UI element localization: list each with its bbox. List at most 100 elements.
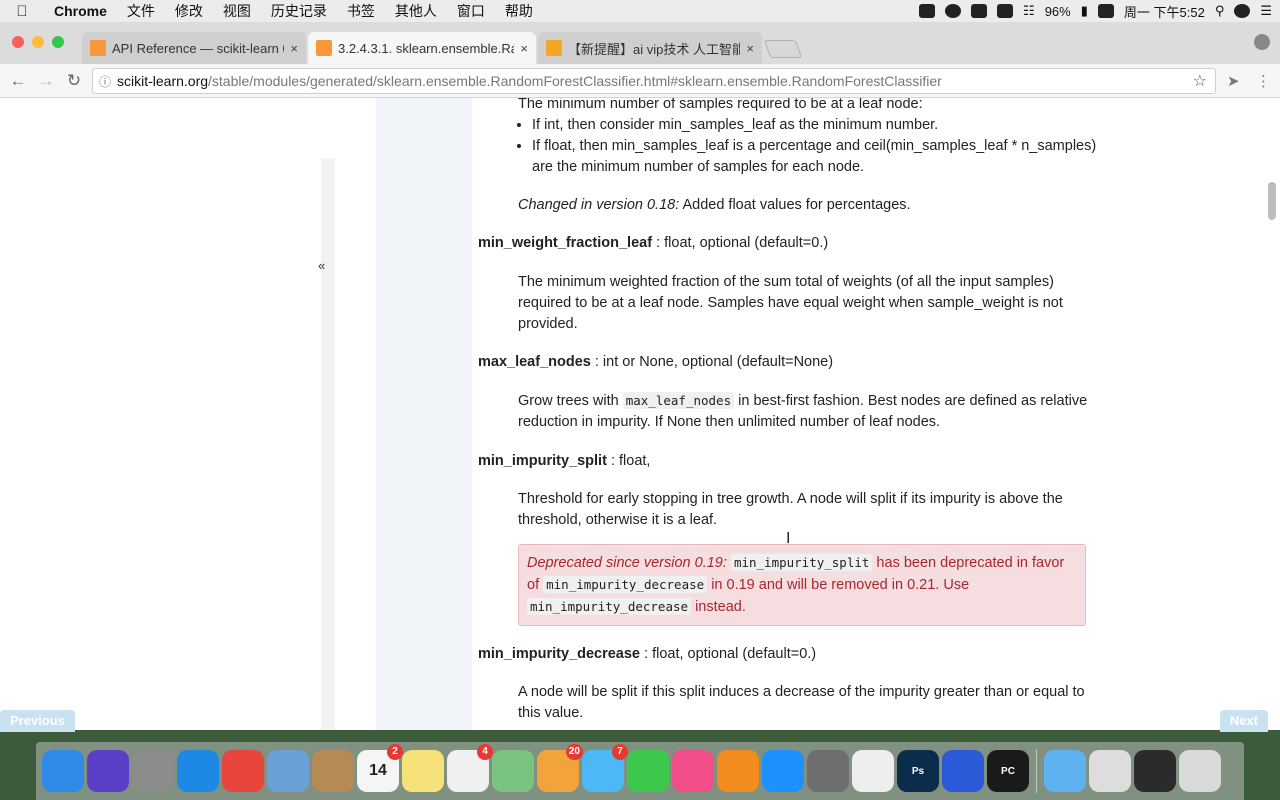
user-avatar-icon[interactable] (1234, 4, 1251, 18)
wifi-icon[interactable]: ☷ (1023, 3, 1035, 19)
dock-system-preferences-icon[interactable] (807, 750, 849, 792)
dock-app-store-icon[interactable] (762, 750, 804, 792)
leaf-bullet-list: If int, then consider min_samples_leaf a… (478, 115, 1098, 178)
notification-center-icon[interactable]: ☰ (1260, 3, 1272, 19)
menu-view[interactable]: 视图 (213, 1, 261, 21)
window-minimize-button[interactable] (32, 36, 44, 48)
new-tab-button[interactable] (763, 40, 803, 58)
dock-badge: 4 (477, 744, 493, 760)
screen-record-icon[interactable] (919, 4, 936, 18)
tab-close-icon[interactable]: × (520, 41, 528, 56)
dock-folder-icon[interactable] (1044, 750, 1086, 792)
forward-arrow-icon[interactable]: → (34, 69, 58, 93)
chrome-menu-icon[interactable]: ⋮ (1256, 72, 1271, 90)
input-method-icon[interactable] (997, 4, 1014, 18)
menu-help[interactable]: 帮助 (495, 1, 543, 21)
sidebar-collapse-button[interactable]: « (318, 258, 325, 273)
notice-text: in 0.19 and will be removed in 0.21. Use (707, 577, 970, 593)
dock-notes-icon[interactable] (402, 750, 444, 792)
chrome-toolbar: ← → ↻ ⓘ scikit-learn.org /stable/modules… (0, 64, 1280, 98)
apple-icon[interactable]:  (0, 3, 44, 20)
web-page: « The minimum number of samples required… (0, 98, 1280, 730)
dock-chrome-icon[interactable] (222, 750, 264, 792)
menu-file[interactable]: 文件 (117, 1, 165, 21)
menu-window[interactable]: 窗口 (447, 1, 495, 21)
dock-itunes-icon[interactable] (672, 750, 714, 792)
param-description: Threshold for early stopping in tree gro… (518, 491, 1063, 528)
inline-code: min_impurity_split (730, 554, 873, 571)
scikit-favicon-icon (90, 40, 106, 56)
address-bar[interactable]: ⓘ scikit-learn.org /stable/modules/gener… (92, 68, 1216, 94)
window-zoom-button[interactable] (52, 36, 64, 48)
param-name: min_weight_fraction_leaf (478, 235, 653, 251)
battery-percent[interactable]: 96% (1045, 4, 1071, 19)
deprecation-notice: Deprecated since version 0.19: min_impur… (518, 544, 1086, 626)
app-tray-icon[interactable] (1097, 4, 1114, 18)
content-left-column (376, 98, 472, 730)
dock-ibooks-icon[interactable] (717, 750, 759, 792)
dock-icon-label: PC (1001, 765, 1015, 777)
battery-icon[interactable]: ▮ (1081, 3, 1088, 19)
bookmark-star-icon[interactable]: ☆ (1193, 71, 1215, 91)
dock-photos-icon[interactable]: 20 (537, 744, 583, 792)
menu-app-name[interactable]: Chrome (44, 3, 117, 19)
url-path: /stable/modules/generated/sklearn.ensemb… (208, 73, 942, 89)
dock-textedit-icon[interactable] (852, 750, 894, 792)
reload-icon[interactable]: ↻ (62, 69, 86, 93)
leaf-intro: The minimum number of samples required t… (518, 98, 923, 112)
dock-separator (1036, 749, 1037, 793)
scikit-favicon-icon (316, 40, 332, 56)
dock-trash-icon[interactable] (1179, 750, 1221, 792)
tab-close-icon[interactable]: × (746, 41, 754, 56)
menu-history[interactable]: 历史记录 (261, 1, 337, 21)
param-type: : float, optional (default=0.) (652, 235, 829, 251)
dock-contacts-icon[interactable] (312, 750, 354, 792)
macos-dock: 14 2 4 20 7 Ps PC (36, 742, 1244, 800)
window-close-button[interactable] (12, 36, 24, 48)
dock-siri-icon[interactable] (87, 750, 129, 792)
desc-text: Grow trees with (518, 393, 623, 409)
tab-title: 3.2.4.3.1. sklearn.ensemble.Ra (338, 40, 515, 56)
extension-icon[interactable]: ➤ (1227, 72, 1240, 90)
dock-window-preview-icon[interactable] (1089, 750, 1131, 792)
tab-title: 【新提醒】ai vip技术 人工智能 (568, 41, 741, 57)
param-name: min_impurity_split (478, 453, 607, 469)
param-min-impurity-decrease: min_impurity_decrease : float, optional … (478, 644, 1098, 665)
inline-code: min_impurity_decrease (527, 598, 692, 615)
dock-facetime-icon[interactable] (627, 750, 669, 792)
wechat-icon[interactable] (945, 4, 962, 18)
dock-mail-icon[interactable] (267, 750, 309, 792)
menu-people[interactable]: 其他人 (385, 1, 447, 21)
dock-video-app-icon[interactable] (942, 750, 984, 792)
tab-close-icon[interactable]: × (290, 41, 298, 56)
dock-maps-icon[interactable] (492, 750, 534, 792)
dock-safari-icon[interactable] (177, 750, 219, 792)
chrome-profile-icon[interactable] (1254, 34, 1270, 50)
page-scrollbar[interactable] (1268, 182, 1276, 220)
notice-text: instead. (691, 599, 746, 615)
menu-clock[interactable]: 周一 下午5:52 (1124, 2, 1205, 21)
dock-badge: 7 (612, 744, 628, 760)
dock-messages-icon[interactable]: 7 (582, 744, 628, 792)
dock-terminal-icon[interactable] (1134, 750, 1176, 792)
param-description: Grow trees with max_leaf_nodes in best-f… (478, 390, 1098, 433)
next-button[interactable]: Next (1219, 710, 1268, 732)
tab-random-forest[interactable]: 3.2.4.3.1. sklearn.ensemble.Ra × (308, 32, 536, 64)
menu-bookmarks[interactable]: 书签 (337, 1, 385, 21)
param-type: : float, (606, 453, 651, 469)
site-info-icon[interactable]: ⓘ (93, 73, 117, 90)
back-arrow-icon[interactable]: ← (6, 69, 30, 93)
changed-version-text: Added float values for percentages. (679, 197, 911, 213)
dock-launchpad-icon[interactable] (132, 750, 174, 792)
microphone-icon[interactable] (971, 4, 988, 18)
menu-edit[interactable]: 修改 (165, 1, 213, 21)
tab-ai-vip[interactable]: 【新提醒】ai vip技术 人工智能 × (538, 32, 762, 64)
previous-button[interactable]: Previous (0, 710, 75, 732)
tab-api-reference[interactable]: API Reference — scikit-learn 0. × (82, 32, 306, 64)
spotlight-icon[interactable]: ⚲ (1215, 3, 1225, 19)
dock-finder-icon[interactable] (42, 750, 84, 792)
dock-calendar-icon[interactable]: 14 2 (357, 744, 403, 792)
dock-photoshop-icon[interactable]: Ps (897, 750, 939, 792)
dock-pycharm-icon[interactable]: PC (987, 750, 1029, 792)
dock-reminders-icon[interactable]: 4 (447, 744, 493, 792)
